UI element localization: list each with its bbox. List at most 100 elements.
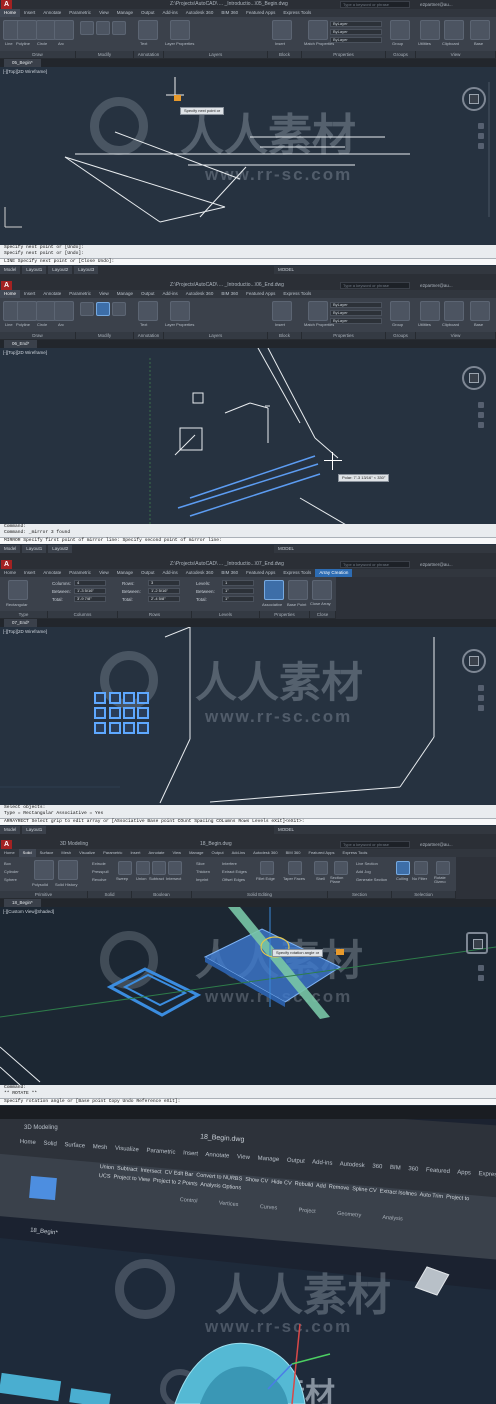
tab-solid[interactable]: Solid xyxy=(18,849,36,857)
status-toggles[interactable]: MODEL xyxy=(274,826,496,834)
tab-bim360[interactable]: BIM 360 xyxy=(282,849,305,857)
text-tool-button[interactable] xyxy=(138,20,158,40)
fillet-edge-icon[interactable] xyxy=(260,861,274,875)
command-line-input[interactable]: Specify rotation angle or [Base point Co… xyxy=(0,1098,496,1105)
layer-properties-button[interactable] xyxy=(170,20,190,40)
live-section-tool[interactable]: Live Section xyxy=(356,861,378,866)
tab-bim360[interactable]: BIM 360 xyxy=(217,569,242,577)
angle-input-box[interactable] xyxy=(336,949,344,955)
tab-express-tools[interactable]: Express Tools xyxy=(279,569,315,577)
user-account[interactable]: e2partner@au... xyxy=(420,840,453,849)
solid-history-icon[interactable] xyxy=(58,860,78,880)
associative-toggle[interactable] xyxy=(264,580,284,600)
tab-featured-apps[interactable]: Featured Apps xyxy=(305,849,339,857)
autocad-logo[interactable]: A xyxy=(1,560,12,569)
group-primitive[interactable]: Primitive xyxy=(0,891,88,898)
group-solid[interactable]: Solid xyxy=(88,891,132,898)
group-draw[interactable]: Draw xyxy=(0,51,76,58)
search-input[interactable]: Type a keyword or phrase xyxy=(340,561,410,568)
sweep-icon[interactable] xyxy=(118,861,132,875)
tab-insert[interactable]: Insert xyxy=(20,290,39,298)
extrude-tool[interactable]: Extrude xyxy=(92,861,106,866)
union-icon[interactable] xyxy=(136,861,150,875)
autocad-logo[interactable]: A xyxy=(1,281,12,290)
tab-autodesk360[interactable]: Autodesk 360 xyxy=(249,849,281,857)
revolve-tool[interactable]: Revolve xyxy=(92,877,106,882)
text-tool-button[interactable] xyxy=(138,301,158,321)
user-account[interactable]: e2partner@au... xyxy=(420,281,453,290)
status-toggles[interactable]: MODEL xyxy=(274,545,496,553)
array-item[interactable] xyxy=(109,692,121,704)
model-space-toggle[interactable]: MODEL xyxy=(274,267,294,272)
tab-home[interactable]: Home xyxy=(0,569,20,577)
insert-block-button[interactable] xyxy=(272,20,292,40)
insert-block-button[interactable] xyxy=(272,301,292,321)
rotate-gizmo-icon[interactable] xyxy=(436,861,450,875)
slice-tool[interactable]: Slice xyxy=(196,861,205,866)
document-tab[interactable]: 06_End* xyxy=(4,340,38,348)
clipboard-button[interactable] xyxy=(444,301,464,321)
presspull-tool[interactable]: Presspull xyxy=(92,869,108,874)
drawing-viewport[interactable]: [-][Top][2D Wireframe] Polar: 7'-3 13/16… xyxy=(0,348,496,524)
group-close[interactable]: Close xyxy=(310,611,336,618)
array-item[interactable] xyxy=(137,707,149,719)
orbit-icon[interactable] xyxy=(478,422,484,428)
viewcube-icon[interactable] xyxy=(462,366,486,390)
layout-tab-layout1[interactable]: Layout1 xyxy=(22,545,47,553)
layer-properties-button[interactable] xyxy=(170,301,190,321)
shell-icon[interactable] xyxy=(314,861,328,875)
generate-section-tool[interactable]: Generate Section xyxy=(356,877,387,882)
circle-tool-button[interactable] xyxy=(36,20,56,40)
array-item[interactable] xyxy=(109,722,121,734)
trim-icon[interactable] xyxy=(112,21,126,35)
document-tab[interactable]: 07_End* xyxy=(4,619,38,627)
tab-addins[interactable]: Add-ins xyxy=(228,849,250,857)
group-rows[interactable]: Rows xyxy=(118,611,192,618)
tab-visualize[interactable]: Visualize xyxy=(75,849,99,857)
tab-bim360[interactable]: BIM 360 xyxy=(217,9,242,17)
trim-icon[interactable] xyxy=(112,302,126,316)
rectangular-array-icon[interactable] xyxy=(8,580,28,600)
group-levels[interactable]: Levels xyxy=(192,611,260,618)
array-item[interactable] xyxy=(137,722,149,734)
tab-featured-apps[interactable]: Featured Apps xyxy=(242,290,279,298)
rows-count-input[interactable]: 3 xyxy=(148,580,180,586)
group-modify[interactable]: Modify xyxy=(76,51,134,58)
pan-icon[interactable] xyxy=(478,685,484,691)
tab-manage[interactable]: Manage xyxy=(113,569,137,577)
group-groups[interactable]: Groups xyxy=(386,51,416,58)
array-item[interactable] xyxy=(94,722,106,734)
tab-annotate[interactable]: Annotate xyxy=(39,569,65,577)
move-icon[interactable] xyxy=(80,21,94,35)
offset-edges-tool[interactable]: Offset Edges xyxy=(222,877,245,882)
layout-tab-layout2[interactable]: Layout2 xyxy=(48,266,73,274)
orbit-icon[interactable] xyxy=(478,143,484,149)
color-dropdown[interactable]: ByLayer xyxy=(330,302,382,308)
tab-surface[interactable]: Surface xyxy=(36,849,58,857)
layout-tab-layout2[interactable]: Layout2 xyxy=(48,545,73,553)
drawing-viewport[interactable]: [-][Top][2D Wireframe] 人人素材 www.rr-sc.co… xyxy=(0,627,496,805)
move-icon[interactable] xyxy=(80,302,94,316)
tab-home[interactable]: Home xyxy=(0,290,21,298)
linetype-dropdown[interactable]: ByLayer xyxy=(330,29,382,35)
imprint-tool[interactable]: Imprint xyxy=(196,877,208,882)
group-properties[interactable]: Properties xyxy=(302,332,386,339)
tab-autodesk360[interactable]: Autodesk 360 xyxy=(182,290,218,298)
tab-express-tools[interactable]: Express Tools xyxy=(279,9,315,17)
columns-total-input[interactable]: 3'-9 7/8" xyxy=(74,596,106,602)
tab-manage[interactable]: Manage xyxy=(113,290,137,298)
tab-array-creation[interactable]: Array Creation xyxy=(315,569,353,577)
levels-count-input[interactable]: 1 xyxy=(222,580,254,586)
tab-output[interactable]: Output xyxy=(208,849,228,857)
match-properties-button[interactable] xyxy=(308,20,328,40)
array-item[interactable] xyxy=(94,692,106,704)
rotate-icon[interactable] xyxy=(96,21,110,35)
interfere-tool[interactable]: Interfere xyxy=(222,861,237,866)
tab-view[interactable]: View xyxy=(95,9,113,17)
array-item[interactable] xyxy=(123,692,135,704)
tab-view[interactable]: View xyxy=(95,569,113,577)
base-point-button[interactable] xyxy=(288,580,308,600)
status-toggles[interactable]: MODEL xyxy=(274,266,496,274)
tab-autodesk360[interactable]: Autodesk 360 xyxy=(182,9,218,17)
layout-tab-layout3[interactable]: Layout3 xyxy=(74,266,99,274)
